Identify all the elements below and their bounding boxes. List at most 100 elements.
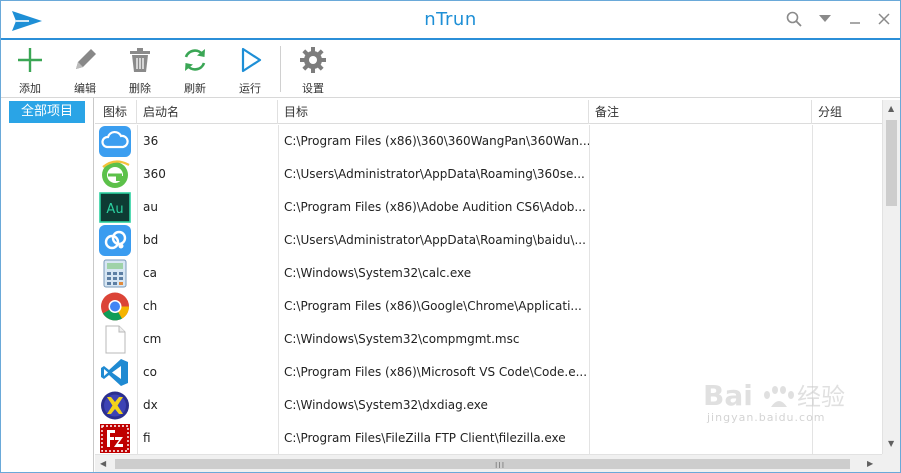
sidebar-item-all[interactable]: 全部项目 — [9, 101, 85, 123]
horizontal-scroll-thumb[interactable]: III — [115, 459, 850, 470]
row-group — [812, 422, 882, 455]
row-group — [812, 389, 882, 422]
column-header-name[interactable]: 启动名 — [137, 100, 278, 124]
play-icon — [241, 47, 262, 73]
vscode-icon — [101, 359, 128, 386]
row-name: au — [143, 200, 158, 214]
add-label: 添加 — [19, 82, 41, 95]
refresh-button[interactable]: 刷新 — [171, 46, 219, 96]
row-target: C:\Windows\System32\dxdiag.exe — [284, 398, 488, 412]
horizontal-scrollbar[interactable]: ◀ III ▶ — [95, 454, 882, 472]
directx-icon — [101, 391, 129, 420]
baidu-netdisk-icon — [99, 225, 131, 256]
row-target: C:\Windows\System32\compmgmt.msc — [284, 332, 520, 346]
row-note — [589, 158, 812, 191]
table-row[interactable]: Au au C:\Program Files (x86)\Adobe Audit… — [95, 191, 882, 224]
row-group — [812, 290, 882, 323]
table-row[interactable]: ch C:\Program Files (x86)\Google\Chrome\… — [95, 290, 882, 323]
column-header-icon[interactable]: 图标 — [95, 100, 137, 124]
row-icon-cell — [95, 158, 137, 191]
table-header: 图标 启动名 目标 备注 分组 — [95, 100, 882, 124]
360-browser-icon — [102, 160, 130, 188]
vertical-scroll-thumb[interactable] — [886, 120, 897, 206]
table-row[interactable]: 360 C:\Users\Administrator\AppData\Roami… — [95, 158, 882, 191]
scroll-down-arrow-icon[interactable]: ▼ — [888, 440, 894, 448]
row-note — [589, 356, 812, 389]
row-note — [589, 191, 812, 224]
adobe-audition-icon: Au — [99, 192, 131, 223]
table-row[interactable]: bd C:\Users\Administrator\AppData\Roamin… — [95, 224, 882, 257]
column-header-target[interactable]: 目标 — [278, 100, 589, 124]
row-group — [812, 257, 882, 290]
delete-button[interactable]: 删除 — [116, 46, 164, 96]
scroll-right-arrow-icon[interactable]: ▶ — [867, 460, 873, 468]
row-name: 360 — [143, 167, 166, 181]
row-name: ca — [143, 266, 157, 280]
column-header-note[interactable]: 备注 — [589, 100, 812, 124]
edit-button[interactable]: 编辑 — [61, 46, 109, 96]
row-name: co — [143, 365, 157, 379]
vertical-scrollbar[interactable]: ▲ ▼ — [882, 100, 900, 454]
row-icon-cell — [95, 389, 137, 422]
blank-file-icon — [105, 325, 126, 354]
row-target: C:\Program Files\FileZilla FTP Client\fi… — [284, 431, 566, 445]
row-icon-cell — [95, 290, 137, 323]
row-group — [812, 224, 882, 257]
row-target: C:\Users\Administrator\AppData\Roaming\3… — [284, 167, 585, 181]
row-note — [589, 290, 812, 323]
table-row[interactable]: dx C:\Windows\System32\dxdiag.exe — [95, 389, 882, 422]
column-header-group[interactable]: 分组 — [812, 100, 882, 124]
row-name: cm — [143, 332, 162, 346]
toolbar: 添加 编辑 删除 刷新 运行 设置 — [1, 40, 900, 98]
row-group — [812, 158, 882, 191]
delete-label: 删除 — [129, 82, 151, 95]
row-target: C:\Windows\System32\calc.exe — [284, 266, 472, 280]
row-target: C:\Program Files (x86)\Adobe Audition CS… — [284, 200, 586, 214]
row-icon-cell — [95, 224, 137, 257]
svg-text:Au: Au — [106, 202, 123, 217]
table-row[interactable]: cm C:\Windows\System32\compmgmt.msc — [95, 323, 882, 356]
settings-button[interactable]: 设置 — [289, 46, 337, 96]
trash-icon — [130, 48, 150, 72]
title-bar[interactable]: nTrun — [1, 1, 900, 39]
table-row[interactable]: co C:\Program Files (x86)\Microsoft VS C… — [95, 356, 882, 389]
scroll-grip: III — [495, 461, 506, 470]
filezilla-icon — [100, 424, 130, 453]
pencil-icon — [76, 49, 96, 69]
table-row[interactable]: ca C:\Windows\System32\calc.exe — [95, 257, 882, 290]
app-window: nTrun 添加 编辑 删除 刷新 运行 设置 全部项目 图标 启动名 目标 备… — [0, 0, 901, 473]
close-icon[interactable] — [873, 9, 895, 29]
scroll-left-arrow-icon[interactable]: ◀ — [100, 460, 106, 468]
row-name: ch — [143, 299, 158, 313]
row-note — [589, 422, 812, 455]
row-note — [589, 389, 812, 422]
row-target: C:\Program Files (x86)\360\360WangPan\36… — [284, 134, 589, 148]
dropdown-arrow-icon[interactable] — [814, 9, 836, 29]
row-group — [812, 191, 882, 224]
run-button[interactable]: 运行 — [226, 46, 274, 96]
window-title: nTrun — [424, 9, 477, 30]
refresh-label: 刷新 — [184, 82, 206, 95]
add-button[interactable]: 添加 — [6, 46, 54, 96]
row-group — [812, 125, 882, 158]
table-row[interactable]: fi C:\Program Files\FileZilla FTP Client… — [95, 422, 882, 455]
row-target: C:\Program Files (x86)\Google\Chrome\App… — [284, 299, 582, 313]
row-icon-cell — [95, 422, 137, 455]
minimize-icon[interactable] — [844, 9, 866, 29]
scroll-up-arrow-icon[interactable]: ▲ — [888, 105, 894, 113]
run-label: 运行 — [239, 82, 261, 95]
row-note — [589, 323, 812, 356]
plus-icon — [18, 48, 42, 72]
row-target: C:\Program Files (x86)\Microsoft VS Code… — [284, 365, 588, 379]
table-row[interactable]: 36 C:\Program Files (x86)\360\360WangPan… — [95, 125, 882, 158]
360-cloud-disk-icon — [99, 126, 131, 157]
row-name: bd — [143, 233, 159, 247]
row-note — [589, 125, 812, 158]
row-icon-cell — [95, 323, 137, 356]
row-icon-cell — [95, 257, 137, 290]
search-icon[interactable] — [783, 9, 805, 29]
row-name: 36 — [143, 134, 159, 148]
launcher-list: 图标 启动名 目标 备注 分组 36 C:\Program Files (x86 — [95, 100, 900, 472]
row-note — [589, 257, 812, 290]
chrome-icon — [101, 292, 129, 321]
